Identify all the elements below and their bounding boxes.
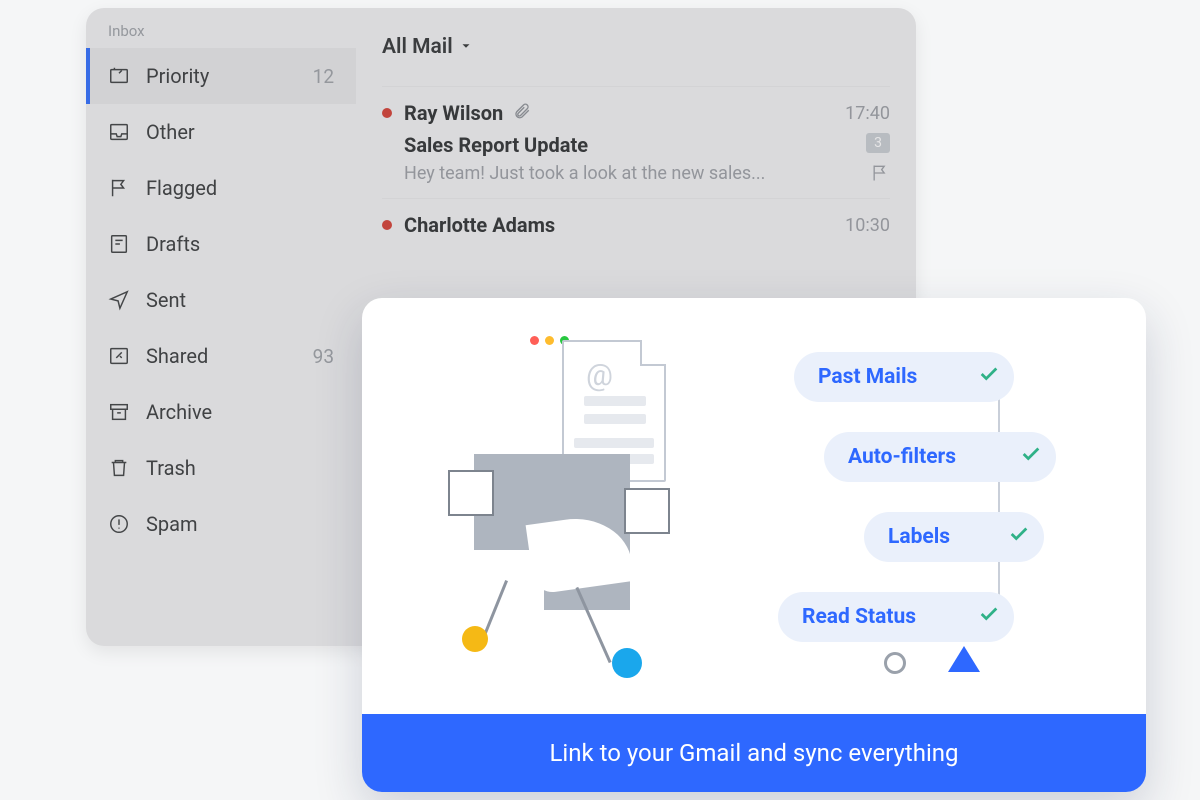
promo-cta-label: Link to your Gmail and sync everything — [549, 739, 958, 767]
message-time: 10:30 — [845, 215, 890, 236]
illustration-shape — [624, 488, 670, 534]
chevron-down-icon — [459, 38, 473, 57]
sidebar-item-label: Other — [146, 120, 334, 144]
sidebar-item-priority[interactable]: Priority 12 — [86, 48, 356, 104]
sidebar-item-label: Trash — [146, 456, 334, 480]
message-subject: Sales Report Update — [404, 133, 890, 157]
text-line-icon — [584, 396, 646, 406]
unread-dot-icon — [382, 220, 392, 230]
ring-icon — [884, 652, 906, 674]
pill-label: Past Mails — [818, 365, 917, 389]
message-preview: Hey team! Just took a look at the new sa… — [404, 163, 890, 184]
promo-card: @ Past Mails Auto-filters — [362, 298, 1146, 792]
sidebar-item-shared[interactable]: Shared 93 — [86, 328, 356, 384]
sidebar-item-count: 12 — [313, 65, 334, 88]
sidebar-item-archive[interactable]: Archive — [86, 384, 356, 440]
unread-dot-icon — [382, 108, 392, 118]
text-line-icon — [574, 438, 654, 448]
drafts-icon — [108, 233, 130, 255]
illustration-shape — [448, 470, 494, 516]
feature-pill-past-mails: Past Mails — [794, 352, 1014, 402]
filter-dropdown[interactable]: All Mail — [382, 8, 890, 86]
sidebar-item-label: Flagged — [146, 176, 334, 200]
sidebar-item-label: Spam — [146, 512, 334, 536]
thread-count-badge: 3 — [866, 133, 890, 153]
trash-icon — [108, 457, 130, 479]
text-line-icon — [584, 414, 646, 424]
dot-icon — [462, 626, 488, 652]
sidebar-item-drafts[interactable]: Drafts — [86, 216, 356, 272]
spam-icon — [108, 513, 130, 535]
sidebar-item-count: 93 — [313, 345, 334, 368]
pill-label: Labels — [888, 525, 950, 549]
triangle-icon — [948, 646, 980, 672]
sidebar-item-label: Sent — [146, 288, 334, 312]
priority-icon — [108, 65, 130, 87]
message-item[interactable]: Ray Wilson 17:40 Sales Report Update Hey… — [382, 86, 890, 198]
sidebar-item-label: Drafts — [146, 232, 334, 256]
feature-pill-auto-filters: Auto-filters — [824, 432, 1056, 482]
flag-icon — [108, 177, 130, 199]
sidebar-item-flagged[interactable]: Flagged — [86, 160, 356, 216]
sidebar-title: Inbox — [86, 14, 356, 48]
at-sign-icon: @ — [586, 358, 613, 393]
pill-label: Auto-filters — [848, 445, 956, 469]
promo-cta[interactable]: Link to your Gmail and sync everything — [362, 714, 1146, 792]
sent-icon — [108, 289, 130, 311]
check-icon — [978, 363, 1000, 391]
message-item[interactable]: Charlotte Adams 10:30 — [382, 198, 890, 251]
sidebar-item-trash[interactable]: Trash — [86, 440, 356, 496]
other-icon — [108, 121, 130, 143]
sidebar-item-sent[interactable]: Sent — [86, 272, 356, 328]
sidebar-item-label: Shared — [146, 344, 313, 368]
message-time: 17:40 — [845, 103, 890, 124]
filter-label: All Mail — [382, 35, 453, 59]
check-icon — [1008, 523, 1030, 551]
sidebar-item-other[interactable]: Other — [86, 104, 356, 160]
sidebar-item-label: Archive — [146, 400, 334, 424]
feature-pill-read-status: Read Status — [778, 592, 1014, 642]
promo-illustration: @ Past Mails Auto-filters — [362, 298, 1146, 716]
feature-pill-labels: Labels — [864, 512, 1044, 562]
dot-icon — [612, 648, 642, 678]
message-sender: Ray Wilson — [404, 101, 503, 125]
attachment-icon — [513, 102, 531, 124]
check-icon — [1020, 443, 1042, 471]
archive-icon — [108, 401, 130, 423]
shared-icon — [108, 345, 130, 367]
sidebar-item-label: Priority — [146, 64, 313, 88]
sidebar-item-spam[interactable]: Spam — [86, 496, 356, 552]
flag-action-icon[interactable] — [870, 163, 890, 187]
message-sender: Charlotte Adams — [404, 213, 555, 237]
pill-label: Read Status — [802, 605, 916, 629]
check-icon — [978, 603, 1000, 631]
sidebar: Inbox Priority 12 Other Flagged — [86, 8, 356, 646]
